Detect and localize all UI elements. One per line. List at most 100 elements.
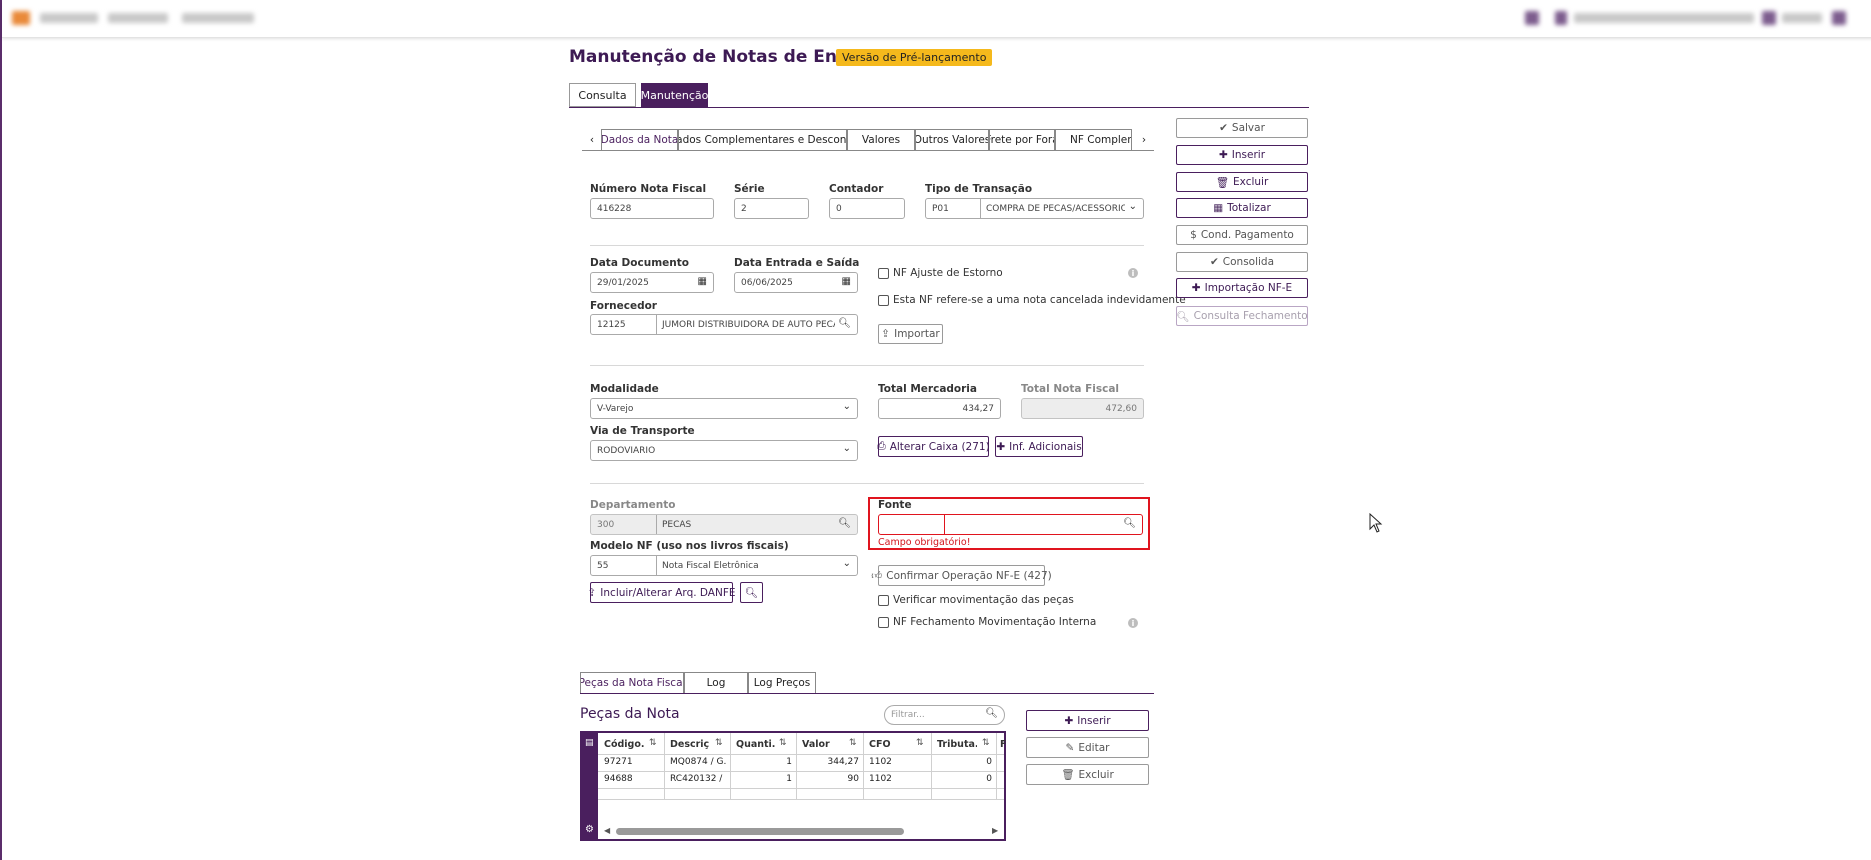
trash-icon: 🗑︎: [1061, 769, 1075, 781]
subtab-nf-complementar[interactable]: NF Complemen: [1055, 129, 1132, 151]
pecas-excluir-label: Excluir: [1078, 768, 1114, 781]
col-descricao-header[interactable]: Descriç...: [670, 739, 710, 750]
horizontal-scrollbar-thumb[interactable]: [616, 828, 904, 835]
calendar-icon[interactable]: ▦: [842, 276, 851, 287]
numero-nf-label: Número Nota Fiscal: [590, 183, 707, 195]
sort-icon[interactable]: ⇅: [779, 738, 787, 748]
tab-pecas-nota-fiscal[interactable]: Peças da Nota Fiscal: [580, 672, 684, 694]
col-quantidade-header[interactable]: Quanti...: [736, 739, 776, 750]
consolida-button[interactable]: ✔ Consolida: [1176, 252, 1308, 272]
data-entrada-input[interactable]: 06/06/2025 ▦: [734, 272, 858, 293]
tab-manutencao[interactable]: Manutenção: [641, 83, 708, 107]
cell-tributacao: 0: [986, 757, 992, 767]
serie-input[interactable]: 2: [734, 198, 809, 219]
fornecedor-input[interactable]: 12125 JUMORI DISTRIBUIDORA DE AUTO PECAS…: [590, 314, 858, 335]
contador-input[interactable]: 0: [829, 198, 905, 219]
tab-consulta[interactable]: Consulta: [569, 83, 636, 107]
subtab-outros-valores[interactable]: Outros Valores: [915, 129, 989, 151]
check-icon: ✔: [1209, 256, 1219, 268]
blurred-user-info: [1574, 13, 1754, 23]
gear-icon[interactable]: ⚙: [585, 824, 594, 835]
incluir-danfe-button[interactable]: ⇪ Incluir/Alterar Arq. DANFE: [587, 582, 736, 603]
subtab-next-icon[interactable]: ›: [1135, 129, 1153, 151]
danfe-search-button[interactable]: 🔍︎: [740, 582, 763, 603]
inf-adicionais-button[interactable]: ✚ Inf. Adicionais: [995, 436, 1083, 457]
calendar-icon[interactable]: ▦: [698, 276, 707, 287]
sort-icon[interactable]: ⇅: [715, 738, 723, 748]
data-documento-input[interactable]: 29/01/2025 ▦: [590, 272, 714, 293]
trash-icon: 🗑︎: [1215, 176, 1230, 189]
section-divider-3: [590, 483, 1144, 484]
departamento-code: 300: [597, 519, 615, 530]
excluir-button[interactable]: 🗑︎ Excluir: [1176, 172, 1308, 192]
sort-icon[interactable]: ⇅: [649, 738, 657, 748]
info-icon[interactable]: i: [1128, 618, 1138, 628]
search-icon[interactable]: 🔍︎: [985, 708, 998, 719]
subtab-dados-complementares[interactable]: Dados Complementares e Desconto: [678, 129, 847, 151]
cell-cfo: 1102: [869, 757, 892, 767]
col-cfo-header[interactable]: CFO: [869, 739, 909, 750]
total-nota-input: 472,60: [1021, 398, 1144, 419]
sort-icon[interactable]: ⇅: [916, 738, 924, 748]
search-icon[interactable]: 🔍︎: [1123, 518, 1136, 529]
nf-ajuste-checkbox[interactable]: [878, 268, 889, 279]
tab-log[interactable]: Log: [684, 672, 748, 694]
pecas-excluir-button[interactable]: 🗑︎ Excluir: [1026, 764, 1149, 785]
importar-button[interactable]: ⇪ Importar: [878, 324, 943, 344]
via-transporte-select[interactable]: RODOVIARIO ⌄: [590, 440, 858, 461]
search-icon[interactable]: 🔍︎: [838, 318, 851, 329]
modelo-nf-select[interactable]: 55 Nota Fiscal Eletrônica ⌄: [590, 555, 858, 576]
consulta-fechamento-button[interactable]: 🔍︎ Consulta Fechamento: [1176, 306, 1308, 326]
data-entrada-value: 06/06/2025: [741, 277, 793, 288]
export-excel-icon[interactable]: ▤: [585, 738, 594, 748]
alterar-caixa-button[interactable]: ⎙ Alterar Caixa (271): [877, 436, 990, 457]
importacao-nfe-button[interactable]: ✚ Importação NF-E: [1176, 278, 1308, 298]
cell-codigo: 94688: [604, 774, 633, 784]
data-documento-label: Data Documento: [590, 257, 689, 269]
blurred-user-name: [1782, 13, 1822, 23]
pecas-filter-input[interactable]: Filtrar... 🔍︎: [884, 705, 1005, 725]
nf-fechamento-checkbox[interactable]: [878, 617, 889, 628]
data-documento-value: 29/01/2025: [597, 277, 649, 288]
verificar-mov-label: Verificar movimentação das peças: [893, 594, 1074, 606]
subtab-frete-por-fora[interactable]: Frete por Fora: [989, 129, 1055, 151]
subtab-dados-nota[interactable]: Dados da Nota: [601, 129, 678, 151]
tab-log-precos[interactable]: Log Preços: [748, 672, 816, 694]
fonte-input[interactable]: 🔍︎: [878, 514, 1143, 535]
pecas-editar-label: Editar: [1078, 741, 1110, 754]
cond-pagamento-button[interactable]: $ Cond. Pagamento: [1176, 225, 1308, 245]
subtab-valores[interactable]: Valores: [847, 129, 915, 151]
pecas-inserir-button[interactable]: ✚ Inserir: [1026, 710, 1149, 731]
subtab-prev-icon[interactable]: ‹: [582, 129, 602, 151]
calculator-icon: ▦: [1213, 202, 1224, 214]
inserir-button[interactable]: ✚ Inserir: [1176, 145, 1308, 165]
modalidade-select[interactable]: V-Varejo ⌄: [590, 398, 858, 419]
confirmar-operacao-button[interactable]: 👍︎ Confirmar Operação NF-E (427): [871, 565, 1052, 586]
nf-cancelada-checkbox[interactable]: [878, 295, 889, 306]
scroll-left-icon[interactable]: ◀: [604, 826, 610, 835]
app-logo-icon: [12, 11, 30, 25]
tipo-transacao-select[interactable]: P01 COMPRA DE PECAS/ACESSORIOS/LU ⌄: [925, 198, 1144, 219]
col-codigo-header[interactable]: Código...: [604, 739, 644, 750]
numero-nf-input[interactable]: 416228: [590, 198, 714, 219]
departamento-input: 300 PECAS 🔍︎: [590, 514, 858, 535]
sort-icon[interactable]: ⇅: [849, 738, 857, 748]
pecas-editar-button[interactable]: ✎ Editar: [1026, 737, 1149, 758]
fornecedor-code: 12125: [597, 319, 626, 330]
scroll-right-icon[interactable]: ▶: [992, 826, 998, 835]
sort-icon[interactable]: ⇅: [982, 738, 990, 748]
verificar-mov-checkbox[interactable]: [878, 595, 889, 606]
consolida-label: Consolida: [1222, 256, 1275, 268]
blurred-user-icon: [1525, 11, 1539, 25]
total-mercadoria-input[interactable]: 434,27: [878, 398, 1001, 419]
totalizar-button[interactable]: ▦ Totalizar: [1176, 198, 1308, 218]
info-icon[interactable]: i: [1128, 268, 1138, 278]
blurred-nav-2: [108, 13, 168, 23]
salvar-button[interactable]: ✔ Salvar: [1176, 118, 1308, 138]
plus-icon: ✚: [996, 440, 1006, 453]
departamento-label: Departamento: [590, 499, 676, 511]
col-valor-header[interactable]: Valor: [802, 739, 842, 750]
confirmar-operacao-label: Confirmar Operação NF-E (427): [886, 569, 1052, 582]
col-tributacao-header[interactable]: Tributa...: [937, 739, 977, 750]
pecas-grid: ▤ ⚙ Código... ⇅ Descriç... ⇅ Quanti... ⇅…: [580, 731, 1006, 841]
